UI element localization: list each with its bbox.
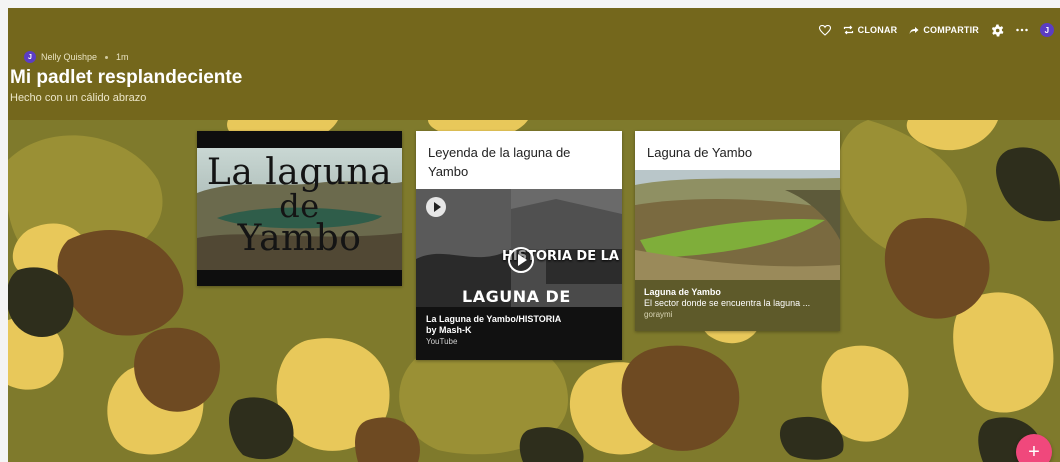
link-source: goraymi [644, 310, 673, 319]
link-title: La Laguna de Yambo/HISTORIA [426, 314, 562, 324]
image-text-line-2: de [279, 187, 320, 225]
image-text-line-3: Yambo [237, 218, 362, 259]
padlet-subtitle: Hecho con un cálido abrazo [10, 92, 147, 104]
author-name: Nelly Quishpe [41, 52, 98, 62]
link-description: El sector donde se encuentra la laguna .… [644, 298, 811, 308]
clone-button[interactable]: CLONAR [843, 25, 898, 35]
share-button[interactable]: COMPARTIR [909, 25, 979, 35]
video-thumbnail[interactable]: HISTORIA DE LA LAGUNA DE YAMBO [416, 189, 622, 307]
post-card-link[interactable]: Laguna de Yambo Laguna de Yambo El secto… [635, 131, 840, 331]
thumbnail-text-2: LAGUNA DE YAMBO [462, 287, 571, 307]
center-play-icon[interactable] [508, 247, 534, 273]
separator-dot [105, 55, 109, 59]
post-title: Laguna de Yambo [647, 145, 753, 160]
padlet-header: CLONAR COMPARTIR J J Nelly Quishpe 1m Mi… [8, 8, 1060, 120]
more-button[interactable] [1016, 28, 1028, 32]
settings-button[interactable] [991, 24, 1004, 37]
user-avatar[interactable]: J [1040, 23, 1054, 37]
author-avatar: J [24, 51, 36, 63]
link-source: YouTube [426, 337, 458, 346]
clone-label: CLONAR [857, 25, 898, 35]
gear-icon [991, 24, 1004, 36]
image-caption-text: La laguna de Yambo [197, 155, 402, 257]
post-title: Leyenda de la laguna de Yambo [428, 145, 571, 179]
link-preview[interactable]: La Laguna de Yambo/HISTORIA by Mash-K Yo… [416, 307, 622, 360]
repeat-icon [843, 25, 853, 35]
heart-icon [818, 24, 831, 36]
post-time: 1m [116, 52, 129, 62]
post-card-image[interactable]: La laguna de Yambo [197, 131, 402, 286]
share-arrow-icon [909, 26, 919, 34]
share-label: COMPARTIR [923, 25, 979, 35]
link-preview[interactable]: Laguna de Yambo El sector donde se encue… [635, 280, 840, 331]
play-icon[interactable] [426, 197, 446, 217]
link-author: by Mash-K [426, 325, 472, 335]
more-icon [1016, 28, 1028, 32]
post-card-video[interactable]: Leyenda de la laguna de Yambo HISTORIA D… [416, 131, 622, 360]
link-title: Laguna de Yambo [644, 287, 721, 297]
image-text-line-1: La laguna [206, 152, 393, 193]
lagoon-image [635, 170, 840, 280]
padlet-frame: CLONAR COMPARTIR J J Nelly Quishpe 1m Mi… [8, 8, 1060, 462]
author-row: J Nelly Quishpe 1m [24, 51, 129, 63]
toolbar: CLONAR COMPARTIR J [818, 23, 1054, 37]
add-post-button[interactable]: + [1016, 434, 1052, 462]
like-button[interactable] [818, 24, 831, 36]
padlet-title: Mi padlet resplandeciente [10, 67, 243, 88]
